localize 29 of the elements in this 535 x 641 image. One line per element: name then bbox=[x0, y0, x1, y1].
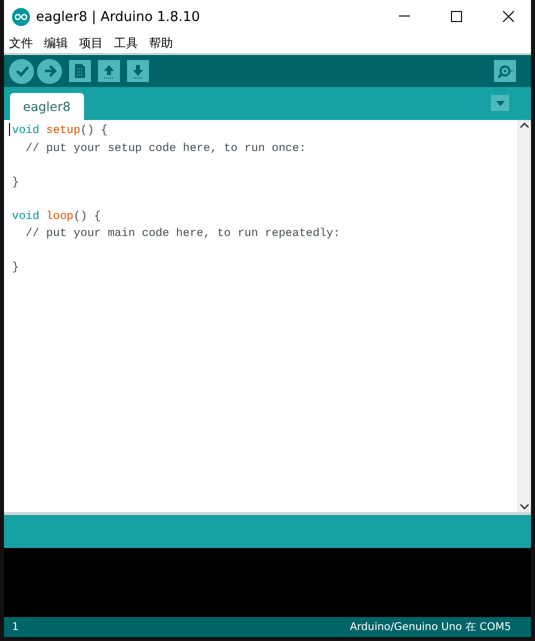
window-title: eagler8 | Arduino 1.8.10 bbox=[36, 8, 201, 24]
line-number: 1 bbox=[12, 621, 19, 633]
menu-item[interactable]: 工具 bbox=[113, 34, 139, 52]
menu-item[interactable]: 文件 bbox=[8, 34, 34, 52]
caret-down-icon bbox=[496, 100, 504, 106]
open-button[interactable] bbox=[98, 60, 120, 82]
file-tab[interactable]: eagler8 bbox=[10, 93, 84, 120]
scroll-down-icon[interactable] bbox=[520, 504, 528, 510]
maximize-icon bbox=[450, 11, 462, 22]
board-port-label: Arduino/Genuino Uno 在 COM5 bbox=[350, 620, 511, 634]
menu-item[interactable]: 项目 bbox=[78, 34, 104, 52]
code-line: } bbox=[12, 260, 19, 276]
save-button[interactable] bbox=[127, 60, 149, 82]
code-line: // put your main code here, to run repeatedly: bbox=[24, 226, 340, 242]
code-line: } bbox=[12, 176, 19, 191]
tab-menu-button[interactable] bbox=[491, 95, 509, 111]
menu-item[interactable]: 编辑 bbox=[43, 34, 69, 52]
app-logo-icon bbox=[12, 8, 30, 26]
text-cursor bbox=[9, 123, 10, 136]
scroll-up-icon[interactable] bbox=[520, 122, 528, 128]
code-line: // put your setup code here, to run once: bbox=[24, 142, 306, 157]
code-line: void loop() { bbox=[12, 210, 101, 225]
menu-item[interactable]: 帮助 bbox=[148, 34, 174, 52]
close-icon bbox=[502, 11, 514, 22]
new-button[interactable] bbox=[69, 60, 91, 82]
code-line: void setup() { bbox=[12, 124, 108, 139]
serial-monitor-button[interactable] bbox=[494, 60, 516, 82]
verify-button[interactable] bbox=[9, 58, 34, 84]
upload-button[interactable] bbox=[37, 58, 62, 84]
